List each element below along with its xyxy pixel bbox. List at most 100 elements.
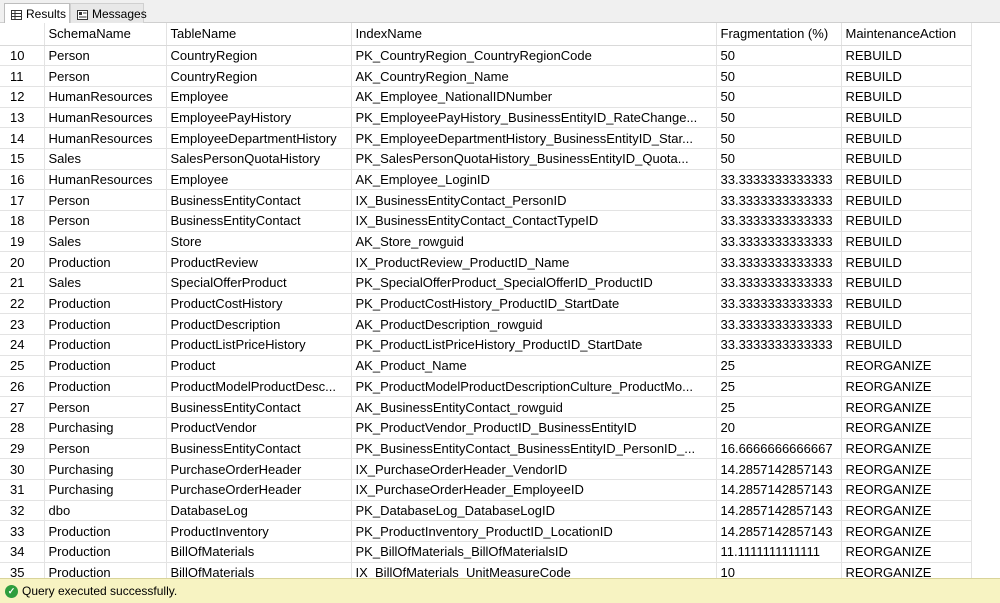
table-name-cell[interactable]: PurchaseOrderHeader bbox=[166, 458, 352, 480]
table-row[interactable]: 12 HumanResources Employee AK_Employee_Nati… bbox=[0, 86, 972, 108]
maintenance-action-cell[interactable]: REORGANIZE bbox=[841, 396, 972, 418]
table-name-cell[interactable]: CountryRegion bbox=[166, 65, 352, 87]
table-name-cell[interactable]: ProductInventory bbox=[166, 520, 352, 542]
column-header-rownum[interactable] bbox=[0, 23, 45, 46]
table-row[interactable]: 15 Sales SalesPersonQuotaHistory PK_SalesPe… bbox=[0, 148, 972, 170]
maintenance-action-cell[interactable]: REBUILD bbox=[841, 231, 972, 253]
table-row[interactable]: 10 Person CountryRegion PK_CountryRegion_Co… bbox=[0, 45, 972, 67]
schema-name-cell[interactable]: Production bbox=[44, 251, 167, 274]
fragmentation-cell[interactable]: 33.3333333333333 bbox=[716, 231, 842, 253]
row-number[interactable]: 10 bbox=[0, 45, 45, 67]
tab-messages[interactable]: Messages bbox=[70, 3, 147, 23]
maintenance-action-cell[interactable]: REBUILD bbox=[841, 86, 972, 108]
table-row[interactable]: 32 dbo DatabaseLog PK_DatabaseLog_DatabaseL… bbox=[0, 500, 972, 522]
table-row[interactable]: 17 Person BusinessEntityContact IX_Business… bbox=[0, 189, 972, 211]
index-name-cell[interactable]: PK_CountryRegion_CountryRegionCode bbox=[351, 45, 717, 67]
maintenance-action-cell[interactable]: REBUILD bbox=[841, 107, 972, 129]
table-name-cell[interactable]: ProductReview bbox=[166, 251, 352, 274]
index-name-cell[interactable]: PK_ProductInventory_ProductID_LocationID bbox=[351, 520, 717, 542]
table-row[interactable]: 26 Production ProductModelProductDesc... PK… bbox=[0, 376, 972, 398]
fragmentation-cell[interactable]: 33.3333333333333 bbox=[716, 334, 842, 356]
fragmentation-cell[interactable]: 25 bbox=[716, 396, 842, 418]
maintenance-action-cell[interactable]: REBUILD bbox=[841, 313, 972, 336]
column-header-schemaname[interactable]: SchemaName bbox=[44, 23, 167, 46]
row-number[interactable]: 27 bbox=[0, 396, 45, 418]
table-row[interactable]: 16 HumanResources Employee AK_Employee_Logi… bbox=[0, 169, 972, 191]
table-name-cell[interactable]: BillOfMaterials bbox=[166, 562, 352, 578]
table-name-cell[interactable]: ProductVendor bbox=[166, 417, 352, 439]
index-name-cell[interactable]: AK_BusinessEntityContact_rowguid bbox=[351, 396, 717, 418]
maintenance-action-cell[interactable]: REORGANIZE bbox=[841, 376, 972, 398]
table-row[interactable]: 11 Person CountryRegion AK_CountryRegion_Na… bbox=[0, 65, 972, 87]
table-name-cell[interactable]: BusinessEntityContact bbox=[166, 210, 352, 232]
schema-name-cell[interactable]: Production bbox=[44, 562, 167, 578]
maintenance-action-cell[interactable]: REBUILD bbox=[841, 148, 972, 170]
row-number[interactable]: 19 bbox=[0, 231, 45, 253]
table-row[interactable]: 13 HumanResources EmployeePayHistory PK_Emp… bbox=[0, 107, 972, 129]
table-name-cell[interactable]: ProductCostHistory bbox=[166, 293, 352, 315]
fragmentation-cell[interactable]: 11.1111111111111 bbox=[716, 541, 842, 563]
row-number[interactable]: 12 bbox=[0, 86, 45, 108]
row-number[interactable]: 26 bbox=[0, 376, 45, 398]
table-name-cell[interactable]: BillOfMaterials bbox=[166, 541, 352, 563]
column-header-tablename[interactable]: TableName bbox=[166, 23, 352, 46]
table-row[interactable]: 21 Sales SpecialOfferProduct PK_SpecialOffe… bbox=[0, 272, 972, 294]
schema-name-cell[interactable]: Person bbox=[44, 210, 167, 232]
schema-name-cell[interactable]: Person bbox=[44, 65, 167, 87]
fragmentation-cell[interactable]: 10 bbox=[716, 562, 842, 578]
index-name-cell[interactable]: AK_Store_rowguid bbox=[351, 231, 717, 253]
index-name-cell[interactable]: PK_EmployeeDepartmentHistory_BusinessEnt… bbox=[351, 127, 717, 149]
maintenance-action-cell[interactable]: REORGANIZE bbox=[841, 541, 972, 563]
row-number[interactable]: 16 bbox=[0, 169, 45, 191]
maintenance-action-cell[interactable]: REBUILD bbox=[841, 210, 972, 232]
fragmentation-cell[interactable]: 14.2857142857143 bbox=[716, 479, 842, 501]
column-header-fragmentation[interactable]: Fragmentation (%) bbox=[716, 23, 842, 46]
row-number[interactable]: 33 bbox=[0, 520, 45, 542]
maintenance-action-cell[interactable]: REORGANIZE bbox=[841, 355, 972, 377]
schema-name-cell[interactable]: Production bbox=[44, 293, 167, 315]
table-name-cell[interactable]: SalesPersonQuotaHistory bbox=[166, 148, 352, 170]
fragmentation-cell[interactable]: 14.2857142857143 bbox=[716, 500, 842, 522]
index-name-cell[interactable]: IX_PurchaseOrderHeader_VendorID bbox=[351, 458, 717, 480]
maintenance-action-cell[interactable]: REORGANIZE bbox=[841, 500, 972, 522]
index-name-cell[interactable]: AK_Employee_LoginID bbox=[351, 169, 717, 191]
schema-name-cell[interactable]: dbo bbox=[44, 500, 167, 522]
fragmentation-cell[interactable]: 25 bbox=[716, 355, 842, 377]
row-number[interactable]: 11 bbox=[0, 65, 45, 87]
schema-name-cell[interactable]: Production bbox=[44, 313, 167, 336]
row-number[interactable]: 20 bbox=[0, 251, 45, 274]
schema-name-cell[interactable]: Purchasing bbox=[44, 458, 167, 480]
row-number[interactable]: 14 bbox=[0, 127, 45, 149]
row-number[interactable]: 17 bbox=[0, 189, 45, 211]
index-name-cell[interactable]: PK_DatabaseLog_DatabaseLogID bbox=[351, 500, 717, 522]
schema-name-cell[interactable]: Production bbox=[44, 355, 167, 377]
index-name-cell[interactable]: PK_ProductCostHistory_ProductID_StartDat… bbox=[351, 293, 717, 315]
table-name-cell[interactable]: SpecialOfferProduct bbox=[166, 272, 352, 294]
index-name-cell[interactable]: AK_Product_Name bbox=[351, 355, 717, 377]
maintenance-action-cell[interactable]: REBUILD bbox=[841, 169, 972, 191]
schema-name-cell[interactable]: Purchasing bbox=[44, 417, 167, 439]
maintenance-action-cell[interactable]: REBUILD bbox=[841, 189, 972, 211]
maintenance-action-cell[interactable]: REBUILD bbox=[841, 45, 972, 67]
schema-name-cell[interactable]: HumanResources bbox=[44, 86, 167, 108]
index-name-cell[interactable]: IX_PurchaseOrderHeader_EmployeeID bbox=[351, 479, 717, 501]
maintenance-action-cell[interactable]: REBUILD bbox=[841, 127, 972, 149]
table-row[interactable]: 35 Production BillOfMaterials IX_BillOfMate… bbox=[0, 562, 972, 578]
index-name-cell[interactable]: IX_ProductReview_ProductID_Name bbox=[351, 251, 717, 274]
fragmentation-cell[interactable]: 33.3333333333333 bbox=[716, 272, 842, 294]
schema-name-cell[interactable]: HumanResources bbox=[44, 169, 167, 191]
table-row[interactable]: 28 Purchasing ProductVendor PK_ProductVendo… bbox=[0, 417, 972, 439]
index-name-cell[interactable]: PK_SalesPersonQuotaHistory_BusinessEntit… bbox=[351, 148, 717, 170]
table-row[interactable]: 24 Production ProductListPriceHistory PK_Pr… bbox=[0, 334, 972, 356]
table-row[interactable]: 23 Production ProductDescription AK_Product… bbox=[0, 313, 972, 336]
fragmentation-cell[interactable]: 33.3333333333333 bbox=[716, 293, 842, 315]
schema-name-cell[interactable]: Production bbox=[44, 541, 167, 563]
fragmentation-cell[interactable]: 50 bbox=[716, 86, 842, 108]
table-row[interactable]: 22 Production ProductCostHistory PK_Product… bbox=[0, 293, 972, 315]
schema-name-cell[interactable]: Person bbox=[44, 396, 167, 418]
maintenance-action-cell[interactable]: REBUILD bbox=[841, 293, 972, 315]
table-row[interactable]: 19 Sales Store AK_Store_rowguid 33.333333333… bbox=[0, 231, 972, 253]
table-row[interactable]: 27 Person BusinessEntityContact AK_Business… bbox=[0, 396, 972, 418]
maintenance-action-cell[interactable]: REORGANIZE bbox=[841, 562, 972, 578]
fragmentation-cell[interactable]: 33.3333333333333 bbox=[716, 169, 842, 191]
